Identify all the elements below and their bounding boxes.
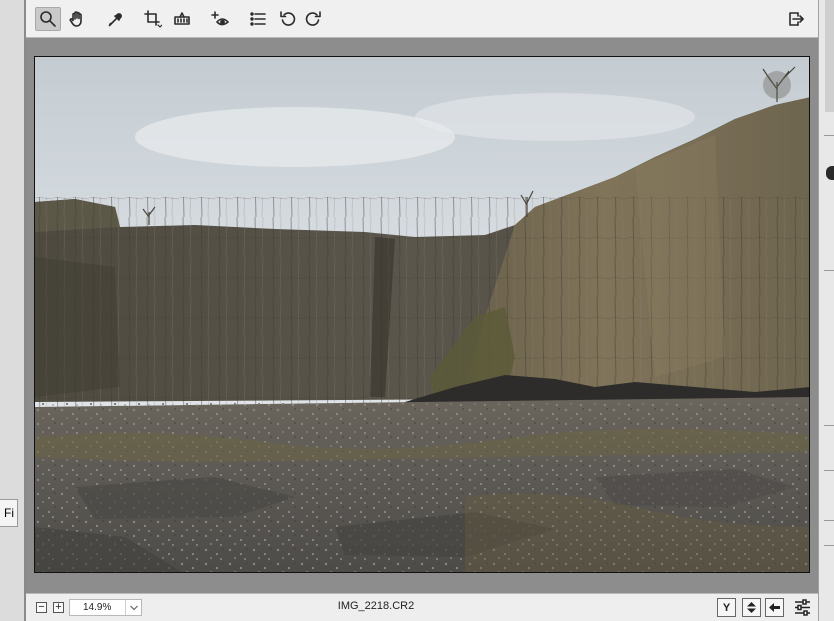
panel-divider (824, 470, 834, 471)
panel-divider (824, 425, 834, 426)
panel-divider (824, 520, 834, 521)
rotate-left-button[interactable] (275, 7, 301, 31)
status-bar: − + 14.9% IMG_2218.CR2 Y (26, 593, 818, 621)
copy-settings-button[interactable] (765, 598, 784, 617)
chevron-down-icon (125, 600, 141, 615)
arrow-left-icon (769, 603, 780, 612)
panel-scroll-track (825, 0, 834, 112)
exit-arrow-icon (789, 12, 804, 26)
hand-tool-button[interactable] (64, 7, 90, 31)
zoom-in-button[interactable]: + (53, 602, 64, 613)
eyedropper-icon (108, 13, 122, 27)
crop-tool-button[interactable] (140, 7, 166, 31)
hand-icon (69, 11, 82, 27)
file-name: IMG_2218.CR2 (337, 600, 415, 612)
rotate-ccw-icon (280, 11, 296, 26)
red-eye-tool-button[interactable] (207, 7, 233, 31)
magnifier-icon (40, 11, 56, 27)
panel-divider (824, 270, 834, 271)
image-preview-area (26, 39, 818, 593)
background-window (0, 0, 25, 621)
swap-settings-button[interactable] (742, 598, 761, 617)
full-screen-button[interactable] (783, 7, 809, 31)
zoom-tool-button[interactable] (35, 7, 61, 31)
plus-eye-icon (211, 11, 229, 26)
white-balance-tool-button[interactable] (103, 7, 129, 31)
zoom-level-value: 14.9% (83, 602, 112, 613)
preview-image[interactable] (34, 56, 810, 573)
before-after-label: Y (722, 601, 731, 614)
app-root: Fi − + 14.9% IMG_2218.CR2 Y (0, 0, 834, 621)
sliders-icon (795, 599, 810, 616)
before-after-toggle-button[interactable]: Y (717, 598, 736, 617)
level-icon (174, 12, 190, 25)
list-icon (250, 12, 266, 26)
zoom-level-select[interactable]: 14.9% (69, 599, 142, 616)
toolbar (26, 0, 818, 38)
crop-icon (144, 10, 162, 28)
rotate-cw-icon (305, 11, 321, 26)
panel-divider (824, 545, 834, 546)
zoom-out-button[interactable]: − (36, 602, 47, 613)
rotate-right-button[interactable] (300, 7, 326, 31)
presets-list-button[interactable] (245, 7, 271, 31)
panel-divider (824, 135, 834, 136)
swap-icon (747, 602, 756, 613)
background-window-tab[interactable]: Fi (0, 499, 18, 527)
panel-collapse-icon[interactable] (826, 166, 834, 180)
quarry-photo (35, 57, 809, 572)
straighten-tool-button[interactable] (169, 7, 195, 31)
preview-preferences-button[interactable] (793, 598, 812, 617)
background-panel-edge (818, 0, 834, 621)
camera-raw-window: − + 14.9% IMG_2218.CR2 Y (26, 0, 818, 621)
